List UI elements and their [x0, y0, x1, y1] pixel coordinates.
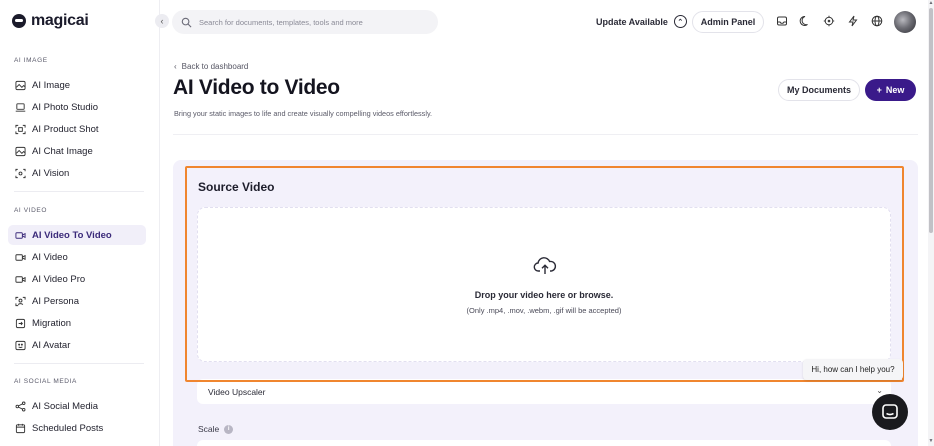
- moon-icon[interactable]: [798, 14, 812, 28]
- update-label: Update Available: [596, 16, 668, 27]
- video-camera-icon: [15, 274, 26, 285]
- sidebar-item-ai-video-pro[interactable]: AI Video Pro: [8, 269, 146, 289]
- info-icon[interactable]: i: [224, 424, 234, 434]
- page-scrollbar[interactable]: ▲ ▼: [928, 0, 934, 446]
- brand-logo[interactable]: magicai: [12, 12, 89, 30]
- sidebar-item-ai-product-shot[interactable]: AI Product Shot: [8, 119, 146, 139]
- avatar-icon: [15, 340, 26, 351]
- section-divider: [14, 363, 144, 364]
- scroll-up-arrow-icon[interactable]: ▲: [928, 0, 934, 6]
- lightning-icon[interactable]: [846, 14, 860, 28]
- sidebar-item-label: AI Avatar: [32, 339, 71, 351]
- sidebar: magicai AI IMAGE AI Image AI Photo Studi…: [0, 0, 160, 446]
- header-divider: [173, 134, 918, 135]
- section-divider: [14, 191, 144, 192]
- sidebar-item-label: AI Video Pro: [32, 273, 86, 285]
- section-label-ai-social-media: AI SOCIAL MEDIA: [14, 378, 77, 385]
- sidebar-item-migration[interactable]: Migration: [8, 313, 146, 333]
- image-icon: [15, 80, 26, 91]
- sidebar-item-ai-persona[interactable]: AI Persona: [8, 291, 146, 311]
- chat-greeting-bubble[interactable]: Hi, how can I help you?: [803, 359, 903, 380]
- target-icon[interactable]: [822, 14, 836, 28]
- new-button-label: New: [885, 85, 905, 95]
- app-window: magicai AI IMAGE AI Image AI Photo Studi…: [0, 0, 934, 446]
- sidebar-item-ai-avatar[interactable]: AI Avatar: [8, 335, 146, 355]
- brand-name: magicai: [31, 12, 89, 29]
- back-label: Back to dashboard: [181, 62, 249, 71]
- sidebar-item-scheduled-posts[interactable]: Scheduled Posts: [8, 418, 146, 438]
- page-subtitle: Bring your static images to life and cre…: [174, 109, 433, 118]
- video-camera-icon: [15, 252, 26, 263]
- sidebar-item-label: Migration: [32, 317, 72, 329]
- sidebar-item-ai-photo-studio[interactable]: AI Photo Studio: [8, 97, 146, 117]
- video-dropzone[interactable]: [197, 207, 891, 362]
- dropzone-instruction: Drop your video here or browse.: [474, 290, 614, 300]
- inbox-icon[interactable]: [775, 14, 789, 28]
- sidebar-item-label: AI Video: [32, 251, 68, 263]
- share-icon: [15, 401, 26, 412]
- cloud-upload-icon: [533, 257, 557, 274]
- chevron-down-icon: ⌄: [876, 386, 883, 395]
- sidebar-item-ai-vision[interactable]: AI Vision: [8, 163, 146, 183]
- sidebar-item-label: AI Persona: [32, 295, 79, 307]
- calendar-icon: [15, 423, 26, 434]
- back-to-dashboard-link[interactable]: ‹ Back to dashboard: [174, 62, 248, 71]
- new-button[interactable]: + New: [865, 79, 916, 101]
- scale-label: Scale i: [198, 424, 234, 434]
- sidebar-item-ai-video-to-video[interactable]: AI Video To Video: [8, 225, 146, 245]
- magicai-logo-icon: [12, 14, 26, 28]
- migration-icon: [15, 318, 26, 329]
- sidebar-item-label: AI Photo Studio: [32, 101, 99, 113]
- search-icon: [181, 17, 192, 27]
- scale-label-text: Scale: [198, 424, 220, 434]
- model-select[interactable]: Video Upscaler ⌄: [197, 379, 891, 404]
- chevron-up-circle-icon: ⌃: [673, 15, 687, 28]
- vision-icon: [15, 168, 26, 179]
- search-bar[interactable]: [172, 10, 438, 34]
- laptop-icon: [15, 102, 26, 113]
- update-available-button[interactable]: Update Available ⌃: [596, 15, 687, 28]
- sidebar-item-label: AI Product Shot: [32, 123, 99, 135]
- scrollbar-thumb[interactable]: [929, 8, 933, 233]
- sidebar-item-label: AI Chat Image: [32, 145, 93, 157]
- section-label-ai-image: AI IMAGE: [14, 57, 48, 64]
- chat-launcher-button[interactable]: [872, 394, 908, 430]
- sidebar-item-ai-video[interactable]: AI Video: [8, 247, 146, 267]
- globe-icon[interactable]: [870, 14, 884, 28]
- page-title: AI Video to Video: [173, 76, 340, 99]
- model-select-value: Video Upscaler: [208, 386, 266, 397]
- my-documents-button[interactable]: My Documents: [778, 79, 860, 101]
- sidebar-item-label: AI Image: [32, 79, 71, 91]
- search-input[interactable]: [199, 17, 419, 27]
- scroll-down-arrow-icon[interactable]: ▼: [928, 438, 934, 444]
- dropzone-accepted-formats: (Only .mp4, .mov, .webm, .gif will be ac…: [466, 306, 622, 315]
- scale-field[interactable]: [197, 440, 891, 446]
- chevron-left-icon: ‹: [174, 62, 177, 71]
- source-video-title: Source Video: [198, 180, 275, 194]
- product-shot-icon: [15, 124, 26, 135]
- user-avatar[interactable]: [894, 11, 916, 33]
- sidebar-item-ai-social-media[interactable]: AI Social Media: [8, 396, 146, 416]
- chat-icon: [882, 404, 898, 419]
- sidebar-item-label: AI Social Media: [32, 400, 99, 412]
- persona-icon: [15, 296, 26, 307]
- admin-panel-button[interactable]: Admin Panel: [692, 11, 764, 33]
- sidebar-item-label: Scheduled Posts: [32, 422, 104, 434]
- sidebar-item-label: AI Vision: [32, 167, 70, 179]
- sidebar-item-label: AI Video To Video: [32, 229, 112, 241]
- plus-icon: +: [876, 85, 882, 95]
- sidebar-item-ai-chat-image[interactable]: AI Chat Image: [8, 141, 146, 161]
- image-icon: [15, 146, 26, 157]
- sidebar-item-ai-image[interactable]: AI Image: [8, 75, 146, 95]
- section-label-ai-video: AI VIDEO: [14, 207, 47, 214]
- video-camera-icon: [15, 230, 26, 241]
- sidebar-collapse-button[interactable]: ‹: [155, 14, 169, 28]
